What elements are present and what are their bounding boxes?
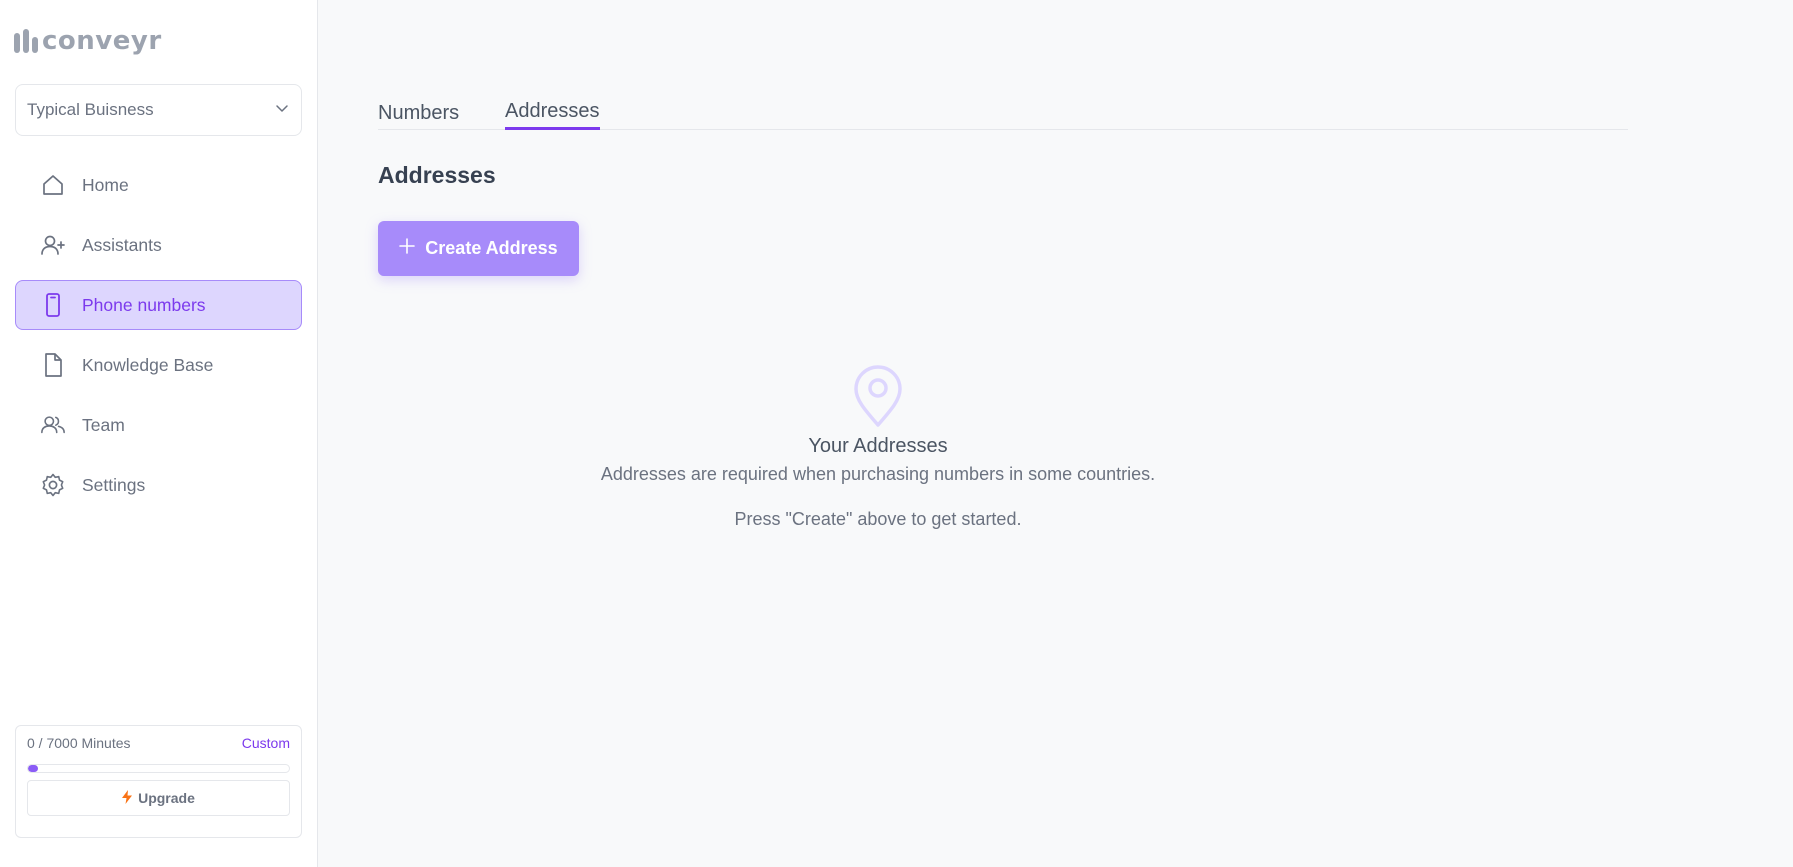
user-plus-icon [40,232,66,258]
logo[interactable]: conveyr [14,26,162,56]
sidebar-item-settings[interactable]: Settings [15,460,302,510]
usage-panel: 0 / 7000 Minutes Custom Upgrade [15,725,302,838]
empty-state-description: Addresses are required when purchasing n… [600,464,1156,484]
sidebar-nav: Home Assistants Phone numbers Knowledge … [15,160,302,520]
sidebar: conveyr Typical Buisness Home Assistants… [0,0,318,867]
home-icon [40,172,66,198]
empty-state-title: Your Addresses [808,435,948,457]
empty-state: Your Addresses Addresses are required wh… [478,365,1278,530]
organization-select[interactable]: Typical Buisness [15,84,302,136]
organization-select-value: Typical Buisness [27,100,154,119]
upgrade-button[interactable]: Upgrade [27,780,290,816]
sidebar-item-knowledge-base[interactable]: Knowledge Base [15,340,302,390]
empty-state-hint: Press "Create" above to get started. [734,509,1022,529]
sidebar-item-label: Settings [82,474,146,495]
document-icon [40,352,66,378]
sidebar-item-label: Team [82,414,125,435]
gear-icon [40,472,66,498]
sidebar-item-phone-numbers[interactable]: Phone numbers [15,280,302,330]
tab-addresses[interactable]: Addresses [505,100,600,130]
users-icon [40,412,66,438]
sidebar-item-label: Assistants [82,234,162,255]
logo-mark-icon [14,29,38,53]
tab-numbers[interactable]: Numbers [378,102,459,129]
logo-text: conveyr [42,26,162,56]
usage-progress-bar [27,764,290,773]
map-pin-icon [853,365,903,432]
page-title: Addresses [378,162,496,188]
tab-bar: Numbers Addresses [378,98,1628,130]
plan-link[interactable]: Custom [242,735,290,751]
upgrade-label: Upgrade [138,790,195,806]
usage-minutes: 0 / 7000 Minutes [27,735,131,751]
sidebar-item-label: Home [82,174,129,195]
sidebar-item-home[interactable]: Home [15,160,302,210]
sidebar-item-team[interactable]: Team [15,400,302,450]
lightning-icon [122,789,133,807]
sidebar-item-assistants[interactable]: Assistants [15,220,302,270]
chevron-down-icon [274,100,290,121]
usage-progress-fill [28,765,39,772]
create-address-button[interactable]: Create Address [378,221,579,276]
phone-icon [40,292,66,318]
sidebar-item-label: Knowledge Base [82,354,214,375]
plus-icon [399,238,416,259]
create-address-label: Create Address [425,238,558,258]
sidebar-item-label: Phone numbers [82,294,206,315]
